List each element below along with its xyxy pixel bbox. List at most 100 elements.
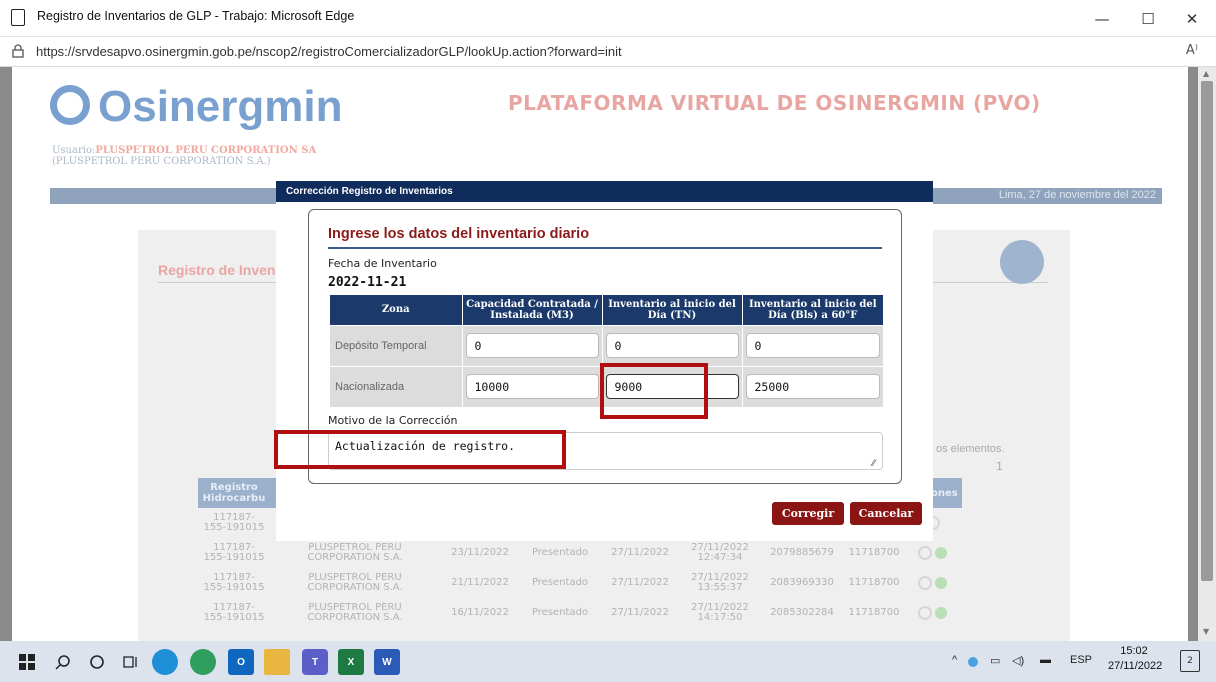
notification-icon[interactable]: 2: [1180, 650, 1200, 672]
url-field[interactable]: https://srvdesapvo.osinergmin.gob.pe/nsc…: [36, 44, 622, 59]
search-icon[interactable]: [918, 606, 933, 620]
scroll-down-icon[interactable]: ▼: [1203, 627, 1209, 636]
cancelar-button[interactable]: Cancelar: [850, 502, 922, 525]
cortana-icon[interactable]: [84, 649, 110, 675]
cell: 11718700: [848, 577, 900, 588]
search-icon[interactable]: [50, 649, 76, 675]
osinergmin-logo: Osinergmin: [50, 82, 343, 132]
table-row: 117187-155-191015 PLUSPETROL PERU CORPOR…: [198, 568, 962, 598]
date: 27/11/2022: [1108, 660, 1163, 672]
help-icon[interactable]: [1000, 240, 1044, 284]
user-prefix: Usuario:: [52, 145, 96, 156]
scroll-thumb[interactable]: [1201, 81, 1213, 581]
form-title: Ingrese los datos del inventario diario: [328, 226, 590, 242]
cell: Presentado: [531, 607, 589, 618]
cell: PLUSPETROL PERU CORPORATION S.A.: [307, 542, 403, 563]
logo-ring-icon: [50, 85, 90, 125]
inventory-tn-input[interactable]: [605, 374, 739, 400]
zone-label: Depósito Temporal: [330, 324, 463, 366]
search-icon[interactable]: [918, 576, 933, 590]
scroll-up-icon[interactable]: ▲: [1203, 69, 1209, 78]
browser-title-bar: Registro de Inventarios de GLP - Trabajo…: [0, 0, 1216, 37]
outlook-icon[interactable]: O: [228, 649, 254, 675]
user-company: (PLUSPETROL PERU CORPORATION S.A.): [52, 156, 271, 167]
cell: 27/11/2022: [611, 577, 669, 588]
cell: 2085302284: [770, 607, 834, 618]
cell: 117187-155-191015: [203, 542, 265, 563]
user-info: Usuario:PLUSPETROL PERU CORPORATION SA (…: [52, 145, 316, 167]
onedrive-icon[interactable]: [968, 657, 978, 667]
inventory-bls-input[interactable]: [745, 333, 880, 358]
teams-icon[interactable]: T: [302, 649, 328, 675]
battery-icon[interactable]: ▬: [1040, 654, 1051, 666]
time: 15:02: [1120, 645, 1148, 657]
minimize-button[interactable]: —: [1080, 5, 1124, 33]
page-number[interactable]: 1: [996, 460, 1003, 473]
col-capacidad: Capacidad Contratada / Instalada (M3): [462, 295, 603, 325]
network-icon[interactable]: ▭: [990, 654, 1000, 667]
check-icon[interactable]: [935, 577, 948, 589]
address-bar: https://srvdesapvo.osinergmin.gob.pe/nsc…: [0, 37, 1216, 67]
date-text: Lima, 27 de noviembre del 2022: [998, 189, 1156, 201]
cell: 21/11/2022: [451, 577, 509, 588]
cell: PLUSPETROL PERU CORPORATION S.A.: [307, 572, 403, 593]
cell: [462, 324, 603, 366]
table-row: 117187-155-191015 PLUSPETROL PERU CORPOR…: [198, 538, 962, 568]
zone-label: Nacionalizada: [330, 365, 463, 407]
motivo-textarea[interactable]: Actualización de registro.: [328, 432, 883, 470]
chrome-icon[interactable]: [190, 649, 216, 675]
col-inventario-tn: Inventario al inicio del Día (TN): [602, 295, 743, 325]
windows-start-icon[interactable]: [14, 649, 40, 675]
task-view-icon[interactable]: [118, 649, 144, 675]
volume-icon[interactable]: ◁): [1012, 654, 1024, 667]
cell: [742, 365, 883, 407]
cell: 117187-155-191015: [203, 602, 265, 623]
inventory-bls-input[interactable]: [745, 374, 880, 400]
corregir-button[interactable]: Corregir: [772, 502, 844, 525]
resize-handle-icon[interactable]: ⁄⁄: [872, 459, 875, 469]
cell: 23/11/2022: [451, 547, 509, 558]
windows-taskbar: O T X W ^ ▭ ◁) ▬ ESP 15:02 27/11/2022 2: [0, 641, 1216, 682]
table-row: Nacionalizada: [330, 365, 883, 407]
dialog-header: Corrección Registro de Inventarios: [276, 181, 933, 202]
capacity-input[interactable]: [465, 374, 599, 400]
logo-text: Osinergmin: [98, 82, 343, 131]
actions-cell: [904, 538, 962, 568]
motivo-label: Motivo de la Corrección: [328, 414, 458, 427]
word-icon[interactable]: W: [374, 649, 400, 675]
maximize-button[interactable]: ☐: [1126, 5, 1170, 33]
capacity-input[interactable]: [465, 333, 599, 358]
window-title: Registro de Inventarios de GLP - Trabajo…: [37, 9, 355, 23]
table-row: Depósito Temporal: [330, 324, 883, 366]
tray-chevron-icon[interactable]: ^: [952, 654, 957, 666]
form-divider: [328, 247, 882, 249]
search-icon[interactable]: [918, 546, 933, 560]
cell: [462, 365, 603, 407]
cell: [742, 324, 883, 366]
cell: 2083969330: [770, 577, 834, 588]
cell: [602, 324, 743, 366]
cell: 117187-155-191015: [203, 572, 265, 593]
cell: 11718700: [848, 547, 900, 558]
correction-dialog: Corrección Registro de Inventarios Ingre…: [276, 181, 933, 541]
page-icon: [11, 9, 25, 26]
panel-title: Registro de Inven: [158, 262, 276, 278]
excel-icon[interactable]: X: [338, 649, 364, 675]
clock[interactable]: 15:02 27/11/2022: [1108, 644, 1163, 674]
page-scrollbar[interactable]: ▲ ▼: [1198, 67, 1216, 641]
edge-icon[interactable]: [152, 649, 178, 675]
close-button[interactable]: ✕: [1170, 5, 1214, 33]
check-icon[interactable]: [935, 607, 948, 619]
platform-title: PLATAFORMA VIRTUAL DE OSINERGMIN (PVO): [508, 91, 1041, 115]
inventory-tn-input[interactable]: [605, 333, 739, 358]
col-inventario-bls: Inventario al inicio del Día (Bls) a 60°…: [742, 295, 883, 325]
actions-cell: [904, 568, 962, 598]
cell: 27/11/2022: [611, 547, 669, 558]
read-aloud-icon[interactable]: A⁾: [1186, 43, 1198, 58]
language-indicator[interactable]: ESP: [1070, 654, 1092, 666]
file-explorer-icon[interactable]: [264, 649, 290, 675]
check-icon[interactable]: [935, 547, 948, 559]
lock-icon[interactable]: [12, 44, 24, 58]
col-registro: Registro Hidrocarbu: [198, 478, 270, 508]
table-row: 117187-155-191015 PLUSPETROL PERU CORPOR…: [198, 598, 962, 628]
